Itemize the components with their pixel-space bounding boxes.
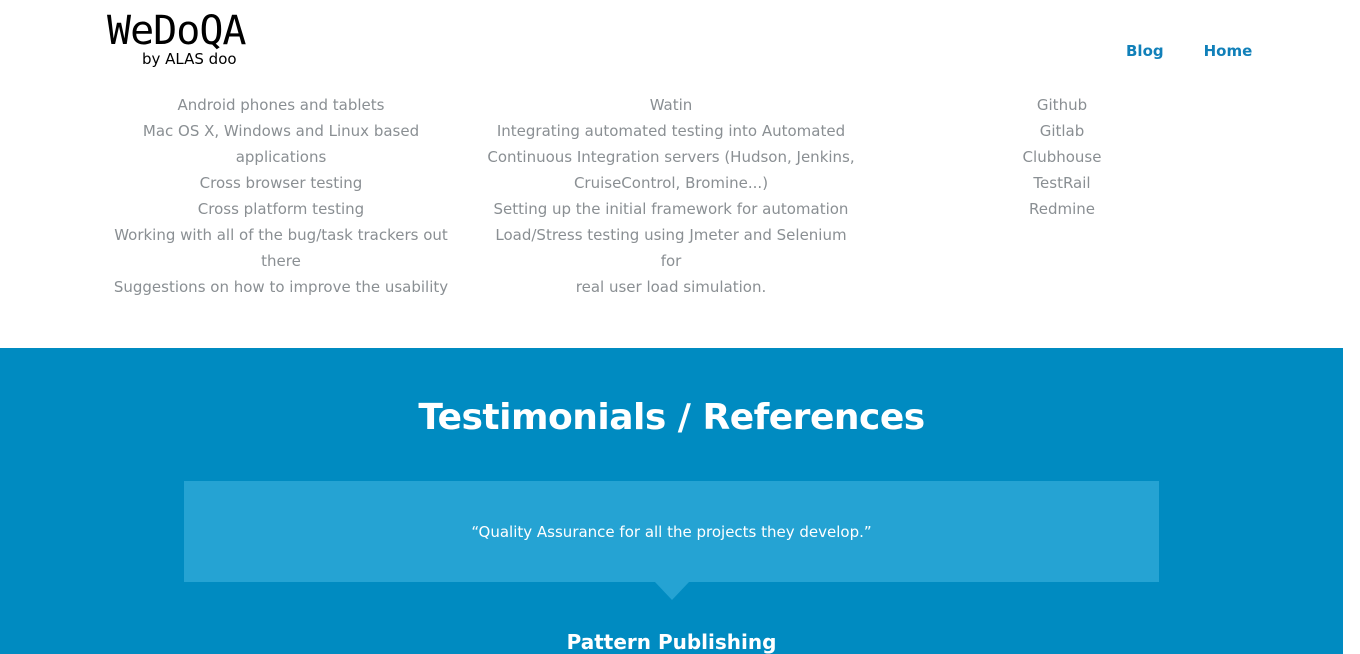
list-column-tools: Github Gitlab Clubhouse TestRail Redmine <box>962 92 1162 222</box>
list-item: real user load simulation. <box>575 278 767 296</box>
list-item: Cross browser testing <box>199 174 363 192</box>
list-item: Load/Stress testing using Jmeter and Sel… <box>495 226 847 270</box>
list-item: Suggestions on how to improve the usabil… <box>113 278 449 296</box>
services-lists: Android phones and tablets Mac OS X, Win… <box>0 92 1343 348</box>
list-item: TestRail <box>1033 174 1091 192</box>
list-item: Working with all of the bug/task tracker… <box>114 226 448 270</box>
list-item: Continuous Integration servers (Hudson, … <box>487 148 855 166</box>
list-column-automation: Watin Integrating automated testing into… <box>486 92 856 300</box>
list-item: CruiseControl, Bromine...) <box>573 174 769 192</box>
testimonial-author: Pattern Publishing <box>566 630 777 654</box>
quote-pointer-arrow <box>655 582 689 600</box>
logo-title: WeDoQA <box>107 8 246 54</box>
list-item: Watin <box>649 96 693 114</box>
testimonials-section: Testimonials / References “Quality Assur… <box>0 348 1343 654</box>
list-item: Clubhouse <box>1022 148 1102 166</box>
testimonial-quote: “Quality Assurance for all the projects … <box>471 522 872 541</box>
list-item: Mac OS X, Windows and Linux based applic… <box>142 122 420 166</box>
site-header: WeDoQA by ALAS doo Blog Home <box>0 0 1343 90</box>
list-column-platforms: Android phones and tablets Mac OS X, Win… <box>96 92 466 300</box>
list-item: Cross platform testing <box>197 200 365 218</box>
list-item: Gitlab <box>1039 122 1085 140</box>
logo[interactable]: WeDoQA by ALAS doo <box>107 8 282 72</box>
logo-subtitle: by ALAS doo <box>142 50 237 68</box>
main-nav: Blog Home <box>1126 41 1252 61</box>
list-item: Android phones and tablets <box>177 96 385 114</box>
nav-link-home[interactable]: Home <box>1204 41 1253 61</box>
list-item: Integrating automated testing into Autom… <box>496 122 846 140</box>
list-item: Setting up the initial framework for aut… <box>493 200 849 218</box>
list-item: Github <box>1036 96 1088 114</box>
testimonial-quote-box: “Quality Assurance for all the projects … <box>184 481 1159 582</box>
list-item: Redmine <box>1028 200 1095 218</box>
section-title: Testimonials / References <box>418 397 925 438</box>
nav-link-blog[interactable]: Blog <box>1126 41 1164 61</box>
